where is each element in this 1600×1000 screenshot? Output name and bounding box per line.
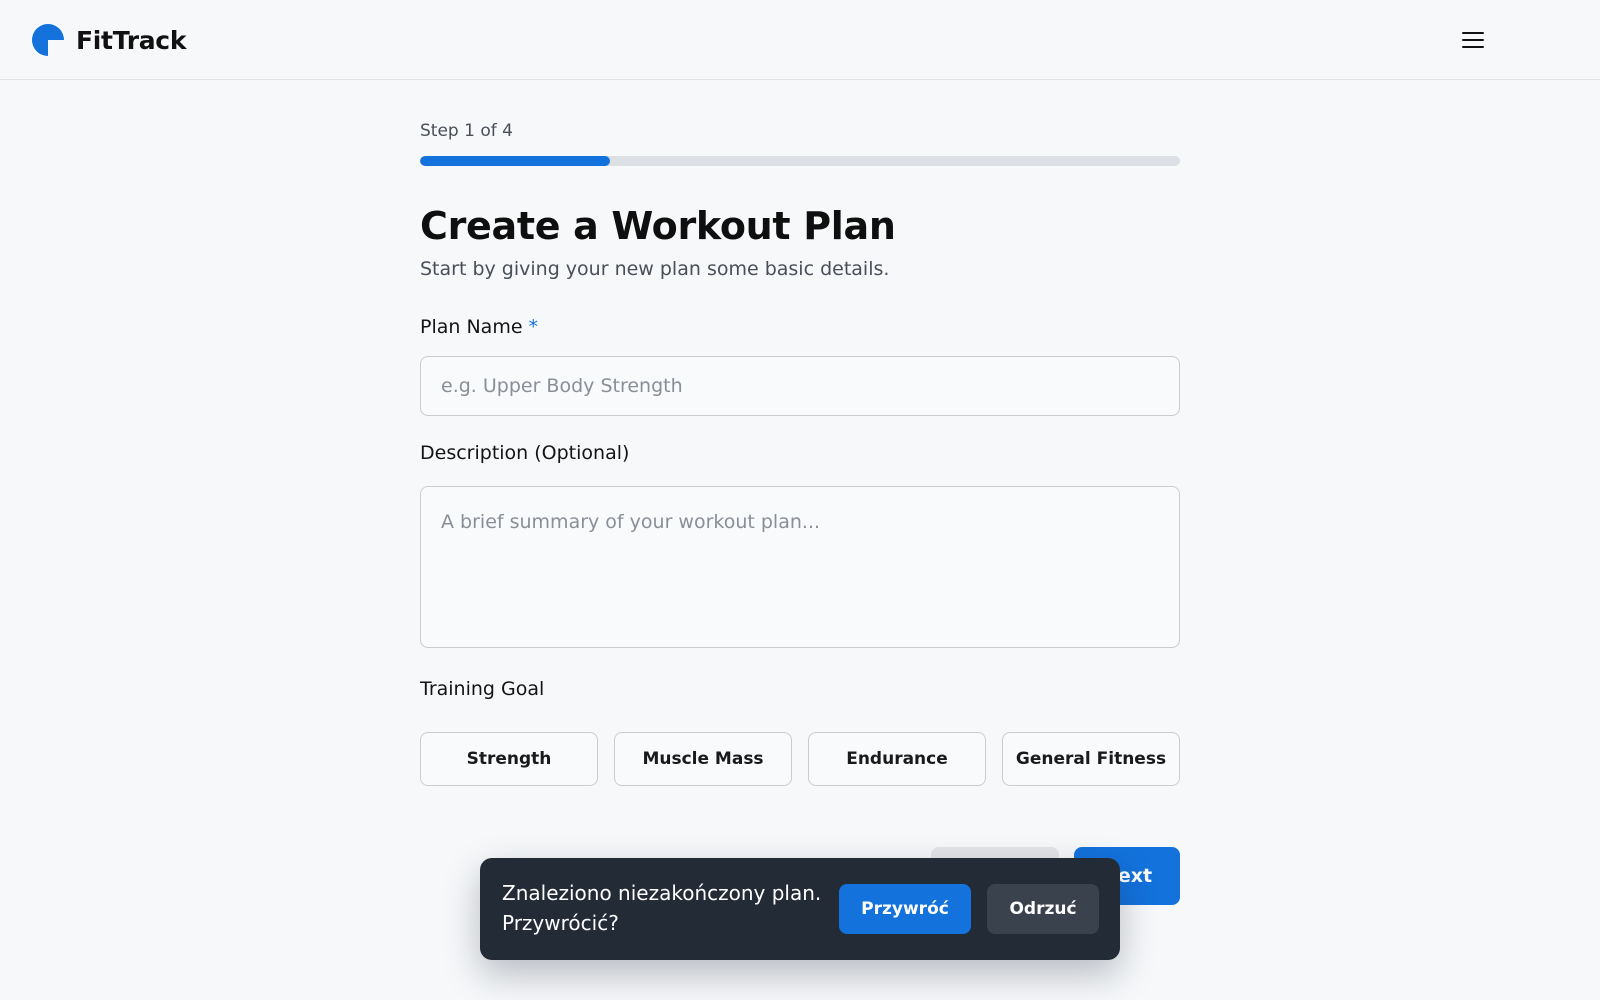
restore-draft-toast: Znaleziono niezakończony plan. Przywróci…: [480, 858, 1120, 960]
goal-option-strength[interactable]: Strength: [420, 732, 598, 786]
training-goal-options: Strength Muscle Mass Endurance General F…: [420, 732, 1180, 786]
plan-name-input[interactable]: [420, 356, 1180, 416]
page-title: Create a Workout Plan: [420, 204, 896, 248]
description-textarea[interactable]: [420, 486, 1180, 648]
progress-bar: [420, 156, 1180, 166]
plan-name-label: Plan Name *: [420, 316, 538, 338]
fittrack-logo-icon: [32, 24, 64, 56]
training-goal-label: Training Goal: [420, 678, 545, 700]
restore-button[interactable]: Przywróć: [839, 884, 971, 934]
toast-message: Znaleziono niezakończony plan. Przywróci…: [502, 881, 822, 935]
step-indicator: Step 1 of 4: [420, 121, 513, 141]
discard-button[interactable]: Odrzuć: [987, 884, 1099, 934]
description-label: Description (Optional): [420, 442, 630, 464]
plan-name-label-text: Plan Name: [420, 316, 523, 338]
progress-bar-fill: [420, 156, 610, 166]
brand-name: FitTrack: [76, 25, 187, 55]
hamburger-menu-icon[interactable]: [1462, 28, 1488, 52]
required-marker: *: [528, 316, 539, 338]
goal-option-endurance[interactable]: Endurance: [808, 732, 986, 786]
goal-option-general-fitness[interactable]: General Fitness: [1002, 732, 1180, 786]
page-subtitle: Start by giving your new plan some basic…: [420, 258, 890, 280]
brand-logo[interactable]: FitTrack: [32, 24, 186, 56]
plan-form: Step 1 of 4 Create a Workout Plan Start …: [420, 120, 1180, 905]
goal-option-muscle-mass[interactable]: Muscle Mass: [614, 732, 792, 786]
app-header: FitTrack: [0, 0, 1600, 80]
